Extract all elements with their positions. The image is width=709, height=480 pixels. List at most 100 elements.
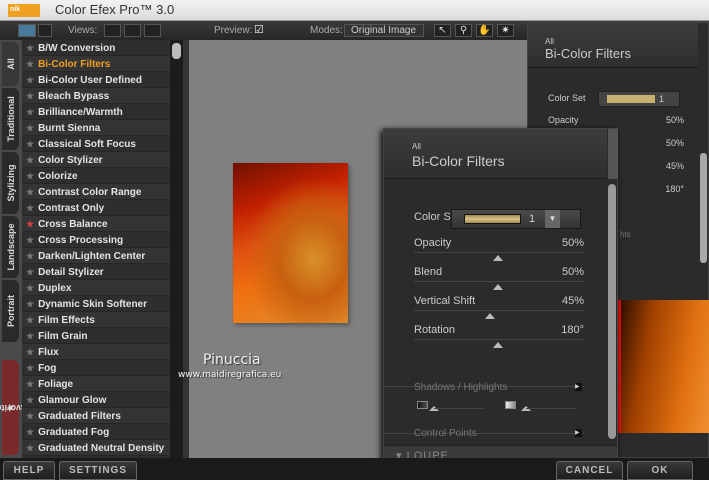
filter-item[interactable]: ★ Film Grain <box>22 328 170 344</box>
favorite-star-icon[interactable]: ★ <box>26 395 34 405</box>
favorite-star-icon[interactable]: ★ <box>26 411 34 421</box>
filter-label: B/W Conversion <box>38 43 116 54</box>
color-set-value: 1 <box>529 213 536 225</box>
filter-item[interactable]: ★ Fog <box>22 360 170 376</box>
modes-select[interactable]: Original Image <box>344 24 424 37</box>
favorite-star-icon[interactable]: ★ <box>26 43 34 53</box>
settings-button[interactable]: SETTINGS <box>59 461 137 480</box>
filter-item[interactable]: ★ Cross Processing <box>22 232 170 248</box>
filter-item[interactable]: ★ Contrast Color Range <box>22 184 170 200</box>
filter-item[interactable]: ★ Flux <box>22 344 170 360</box>
filter-item[interactable]: ★ Cross Balance <box>22 216 170 232</box>
filter-item[interactable]: ★ Bleach Bypass <box>22 88 170 104</box>
filter-item[interactable]: ★ Burnt Sienna <box>22 120 170 136</box>
favorite-star-icon[interactable]: ★ <box>26 155 34 165</box>
filter-item[interactable]: ★ Dynamic Skin Softener <box>22 296 170 312</box>
filter-list-scrollbar[interactable] <box>170 40 183 458</box>
filter-item[interactable]: ★ Bi-Color Filters <box>22 56 170 72</box>
tab-portrait[interactable]: Portrait <box>2 280 19 342</box>
watermark-name: Pinuccia <box>203 352 261 368</box>
slider-handle[interactable] <box>493 255 503 261</box>
favorite-star-icon[interactable]: ★ <box>26 283 34 293</box>
layout-icon[interactable] <box>38 24 52 37</box>
filter-item[interactable]: ★ Brilliance/Warmth <box>22 104 170 120</box>
filter-item[interactable]: ★ Graduated Fog <box>22 424 170 440</box>
help-button[interactable]: HELP <box>3 461 55 480</box>
panel-header: All Bi-Color Filters <box>528 23 698 68</box>
favorite-star-icon[interactable]: ★ <box>26 203 34 213</box>
favorite-star-icon[interactable]: ★ <box>26 235 34 245</box>
favorite-star-icon[interactable]: ★ <box>26 107 34 117</box>
filter-item[interactable]: ★ Foliage <box>22 376 170 392</box>
filter-item[interactable]: ★ Graduated Neutral Density <box>22 440 170 456</box>
view-split-button[interactable] <box>124 24 141 37</box>
tab-landscape[interactable]: Landscape <box>2 216 19 278</box>
favorite-star-icon[interactable]: ★ <box>26 363 34 373</box>
panel-scrollbar[interactable] <box>700 153 707 263</box>
tab-traditional[interactable]: Traditional <box>2 88 19 150</box>
slider-track[interactable] <box>414 252 584 253</box>
filter-item[interactable]: ★ Glamour Glow <box>22 392 170 408</box>
filter-item[interactable]: ★ Detail Stylizer <box>22 264 170 280</box>
favorite-star-icon[interactable]: ★ <box>26 219 34 229</box>
slider-value: 50% <box>561 266 584 278</box>
filter-item[interactable]: ★ Color Stylizer <box>22 152 170 168</box>
favorite-star-icon[interactable]: ★ <box>26 171 34 181</box>
ok-button[interactable]: OK <box>627 461 693 480</box>
filter-item[interactable]: ★ Darken/Lighten Center <box>22 248 170 264</box>
favorite-star-icon[interactable]: ★ <box>26 59 34 69</box>
panel-scroll-arrows[interactable] <box>608 129 618 179</box>
zoom-tool-icon[interactable]: ⚲ <box>455 24 472 37</box>
tab-stylizing[interactable]: Stylizing <box>2 152 19 214</box>
control-points-section[interactable]: Control Points <box>414 428 477 439</box>
expand-arrow-icon[interactable]: ▶ <box>575 429 582 437</box>
color-set-select[interactable]: 1 <box>598 91 680 107</box>
filter-item[interactable]: ★ Film Effects <box>22 312 170 328</box>
favorite-star-icon[interactable]: ★ <box>26 123 34 133</box>
filter-item[interactable]: ★ Classical Soft Focus <box>22 136 170 152</box>
title-bar: nik Color Efex Pro™ 3.0 <box>0 0 709 21</box>
light-tool-icon[interactable]: ✷ <box>497 24 514 37</box>
slider-handle[interactable] <box>484 313 495 319</box>
favorite-star-icon[interactable]: ★ <box>26 139 34 149</box>
panel-scrollbar[interactable] <box>608 184 616 439</box>
expand-arrow-icon[interactable]: ▶ <box>575 383 582 391</box>
favorite-star-icon[interactable]: ★ <box>26 251 34 261</box>
slider-track[interactable] <box>414 310 584 311</box>
pointer-tool-icon[interactable]: ↖ <box>434 24 451 37</box>
view-side-by-side-button[interactable] <box>144 24 161 37</box>
slider-handle[interactable] <box>493 284 503 290</box>
filter-item[interactable]: ★ Bi-Color User Defined <box>22 72 170 88</box>
favorite-star-icon[interactable]: ★ <box>26 379 34 389</box>
favorite-star-icon[interactable]: ★ <box>26 315 34 325</box>
slider-track[interactable] <box>414 281 584 282</box>
tab-all[interactable]: All <box>2 42 19 86</box>
favorite-star-icon[interactable]: ★ <box>26 299 34 309</box>
shadows-highlights-section[interactable]: Shadows / Highlights <box>414 382 507 393</box>
hand-tool-icon[interactable]: ✋ <box>476 24 493 37</box>
tab-favorites[interactable]: ★ Favorites <box>0 360 31 455</box>
filter-item[interactable]: ★ Duplex <box>22 280 170 296</box>
view-single-button[interactable] <box>104 24 121 37</box>
favorite-star-icon[interactable]: ★ <box>26 427 34 437</box>
favorite-star-icon[interactable]: ★ <box>26 91 34 101</box>
favorite-star-icon[interactable]: ★ <box>26 443 34 453</box>
slider-handle[interactable] <box>493 342 503 348</box>
color-set-select[interactable]: 1 ▼ <box>451 209 581 229</box>
filter-item[interactable]: ★ Graduated Filters <box>22 408 170 424</box>
filter-item[interactable]: ★ Colorize <box>22 168 170 184</box>
single-image-icon[interactable] <box>18 24 36 37</box>
slider-track[interactable] <box>414 339 584 340</box>
filter-item[interactable]: ★ Contrast Only <box>22 200 170 216</box>
favorite-star-icon[interactable]: ★ <box>26 331 34 341</box>
filter-item[interactable]: ★ B/W Conversion <box>22 40 170 56</box>
cancel-button[interactable]: CANCEL <box>556 461 623 480</box>
chevron-down-icon[interactable]: ▼ <box>545 210 560 228</box>
favorite-star-icon[interactable]: ★ <box>26 347 34 357</box>
favorite-star-icon[interactable]: ★ <box>26 187 34 197</box>
preview-checkbox[interactable]: ☑ <box>254 23 264 36</box>
favorite-star-icon[interactable]: ★ <box>26 75 34 85</box>
panel-header: All Bi-Color Filters <box>384 129 607 179</box>
favorite-star-icon[interactable]: ★ <box>26 267 34 277</box>
scroll-thumb[interactable] <box>172 43 181 59</box>
